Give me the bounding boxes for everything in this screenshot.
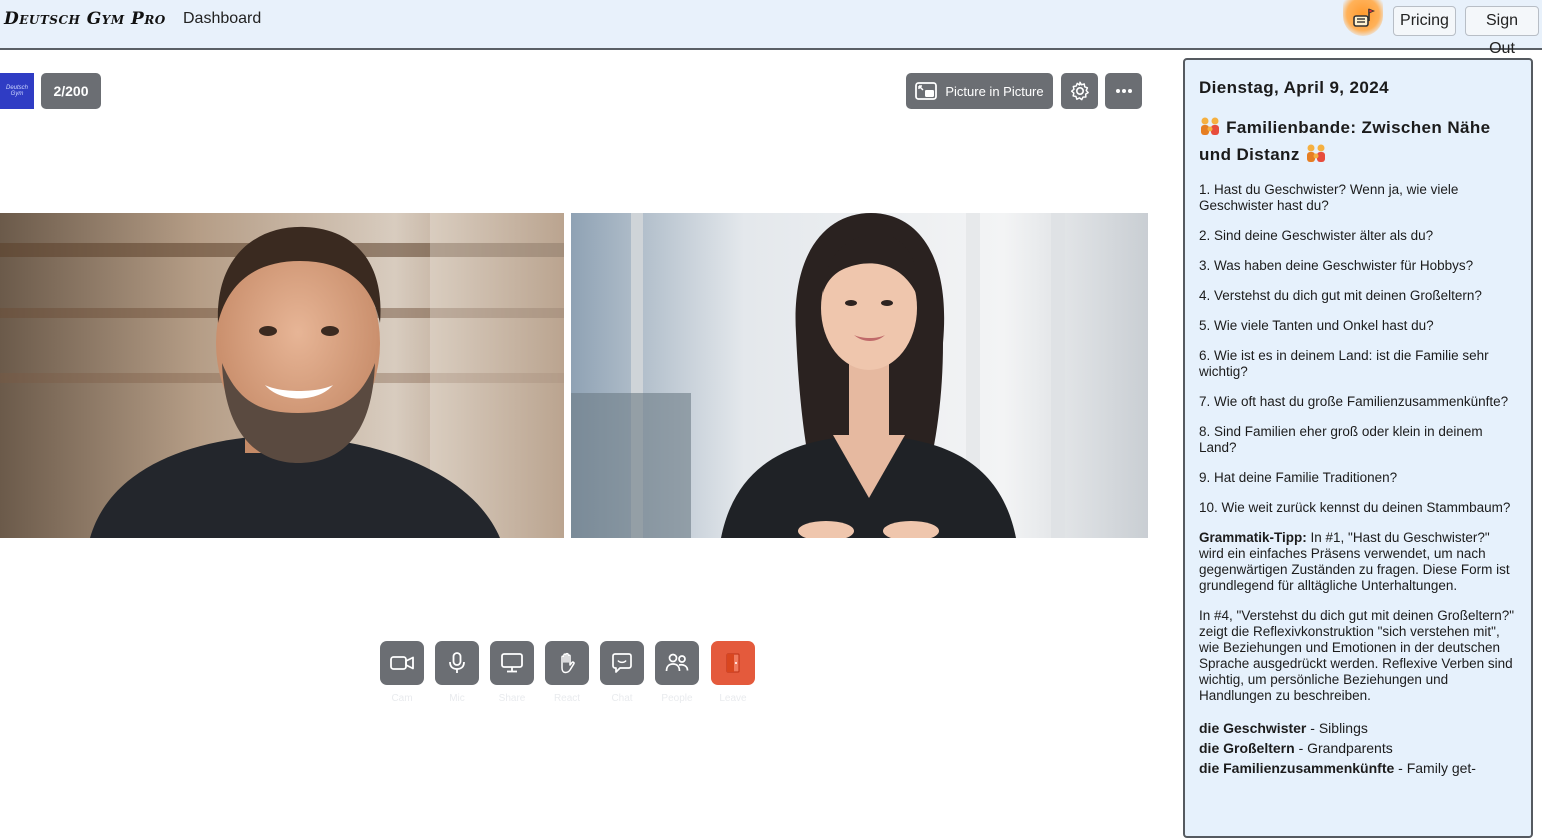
question-item: 10. Wie weit zurück kennst du deinen Sta… [1199, 500, 1511, 515]
camera-icon [390, 656, 414, 670]
chat-icon [612, 653, 632, 673]
cam-button[interactable] [380, 641, 424, 685]
grammar-tip-1: Grammatik-Tipp: In #1, "Hast du Geschwis… [1199, 530, 1517, 594]
vocab-meaning: - Grandparents [1294, 740, 1393, 756]
question-item: 9. Hat deine Familie Traditionen? [1199, 470, 1398, 485]
vocab-item: die Großeltern - Grandparents [1199, 738, 1517, 758]
vocab-item: die Familienzusammenkünfte - Family get- [1199, 758, 1517, 778]
top-nav-bar: Deutsch Gym Pro Dashboard Pricing Sign O… [0, 0, 1542, 57]
grammar-tip-2: In #4, "Verstehst du dich gut mit deinen… [1199, 608, 1515, 703]
nav-dashboard-link[interactable]: Dashboard [183, 10, 261, 28]
mic-button[interactable] [435, 641, 479, 685]
vocab-term: die Familienzusammenkünfte [1199, 760, 1395, 776]
question-item: 6. Wie ist es in deinem Land: ist die Fa… [1199, 348, 1489, 379]
gear-icon [1070, 81, 1089, 101]
topic-text: Familienbande: Zwischen Nähe und Distanz [1199, 118, 1491, 164]
brand-logo[interactable]: Deutsch Gym Pro [4, 9, 166, 29]
vocab-meaning: - Siblings [1306, 720, 1368, 736]
more-options-button[interactable] [1105, 73, 1142, 109]
flag-button[interactable] [1343, 0, 1383, 36]
participant-1-video [0, 213, 564, 538]
people-button[interactable] [655, 641, 699, 685]
family-emoji-icon [1201, 117, 1219, 135]
question-item: 4. Verstehst du dich gut mit deinen Groß… [1199, 288, 1482, 303]
people-label: People [661, 693, 693, 704]
leave-button[interactable] [711, 641, 755, 685]
people-icon [665, 653, 689, 672]
react-button[interactable] [545, 641, 589, 685]
leave-label: Leave [719, 693, 747, 704]
video-tile-participant-2[interactable] [571, 213, 1148, 538]
microphone-icon [449, 652, 465, 673]
conversation-topic-panel[interactable]: Dienstag, April 9, 2024 Familienbande: Z… [1183, 58, 1533, 838]
pip-label: Picture in Picture [945, 83, 1044, 99]
settings-button[interactable] [1061, 73, 1098, 109]
share-label: Share [498, 693, 526, 704]
picture-in-picture-icon [915, 82, 938, 100]
leave-door-icon [726, 653, 740, 673]
react-label: React [553, 693, 581, 704]
pricing-button[interactable]: Pricing [1393, 6, 1456, 36]
sign-out-button[interactable]: Sign Out [1465, 6, 1539, 57]
picture-in-picture-button[interactable]: Picture in Picture [906, 73, 1053, 109]
flag-hand-icon [1353, 8, 1375, 27]
panel-date: Dienstag, April 9, 2024 [1199, 78, 1389, 97]
question-item: 3. Was haben deine Geschwister für Hobby… [1199, 258, 1474, 273]
more-dots-icon [1115, 89, 1132, 93]
screen-share-icon [501, 653, 523, 673]
chat-label: Chat [611, 693, 633, 704]
participant-count-badge: 2/200 [41, 73, 101, 109]
vocab-term: die Geschwister [1199, 720, 1307, 736]
chat-button[interactable] [600, 641, 644, 685]
vocab-meaning: - Family get- [1394, 760, 1476, 776]
video-tile-participant-1[interactable] [0, 213, 564, 538]
hand-icon [561, 652, 575, 674]
mic-label: Mic [449, 693, 465, 704]
vocab-term: die Großeltern [1199, 740, 1295, 756]
question-item: 1. Hast du Geschwister? Wenn ja, wie vie… [1199, 182, 1459, 213]
share-button[interactable] [490, 641, 534, 685]
topic-title: Familienbande: Zwischen Nähe und Distanz [1199, 114, 1517, 168]
participant-2-video [571, 213, 1148, 538]
question-item: 5. Wie viele Tanten und Onkel hast du? [1199, 318, 1434, 333]
brand-thumbnail: Deutsch Gym [0, 73, 34, 109]
vocab-item: die Geschwister - Siblings [1199, 718, 1517, 738]
question-item: 2. Sind deine Geschwister älter als du? [1199, 228, 1434, 243]
question-item: 8. Sind Familien eher groß oder klein in… [1199, 424, 1483, 455]
question-item: 7. Wie oft hast du große Familienzusamme… [1199, 394, 1509, 409]
grammar-tip-label: Grammatik-Tipp: [1199, 530, 1307, 545]
cam-label: Cam [391, 693, 413, 704]
family-emoji-icon [1306, 144, 1325, 162]
